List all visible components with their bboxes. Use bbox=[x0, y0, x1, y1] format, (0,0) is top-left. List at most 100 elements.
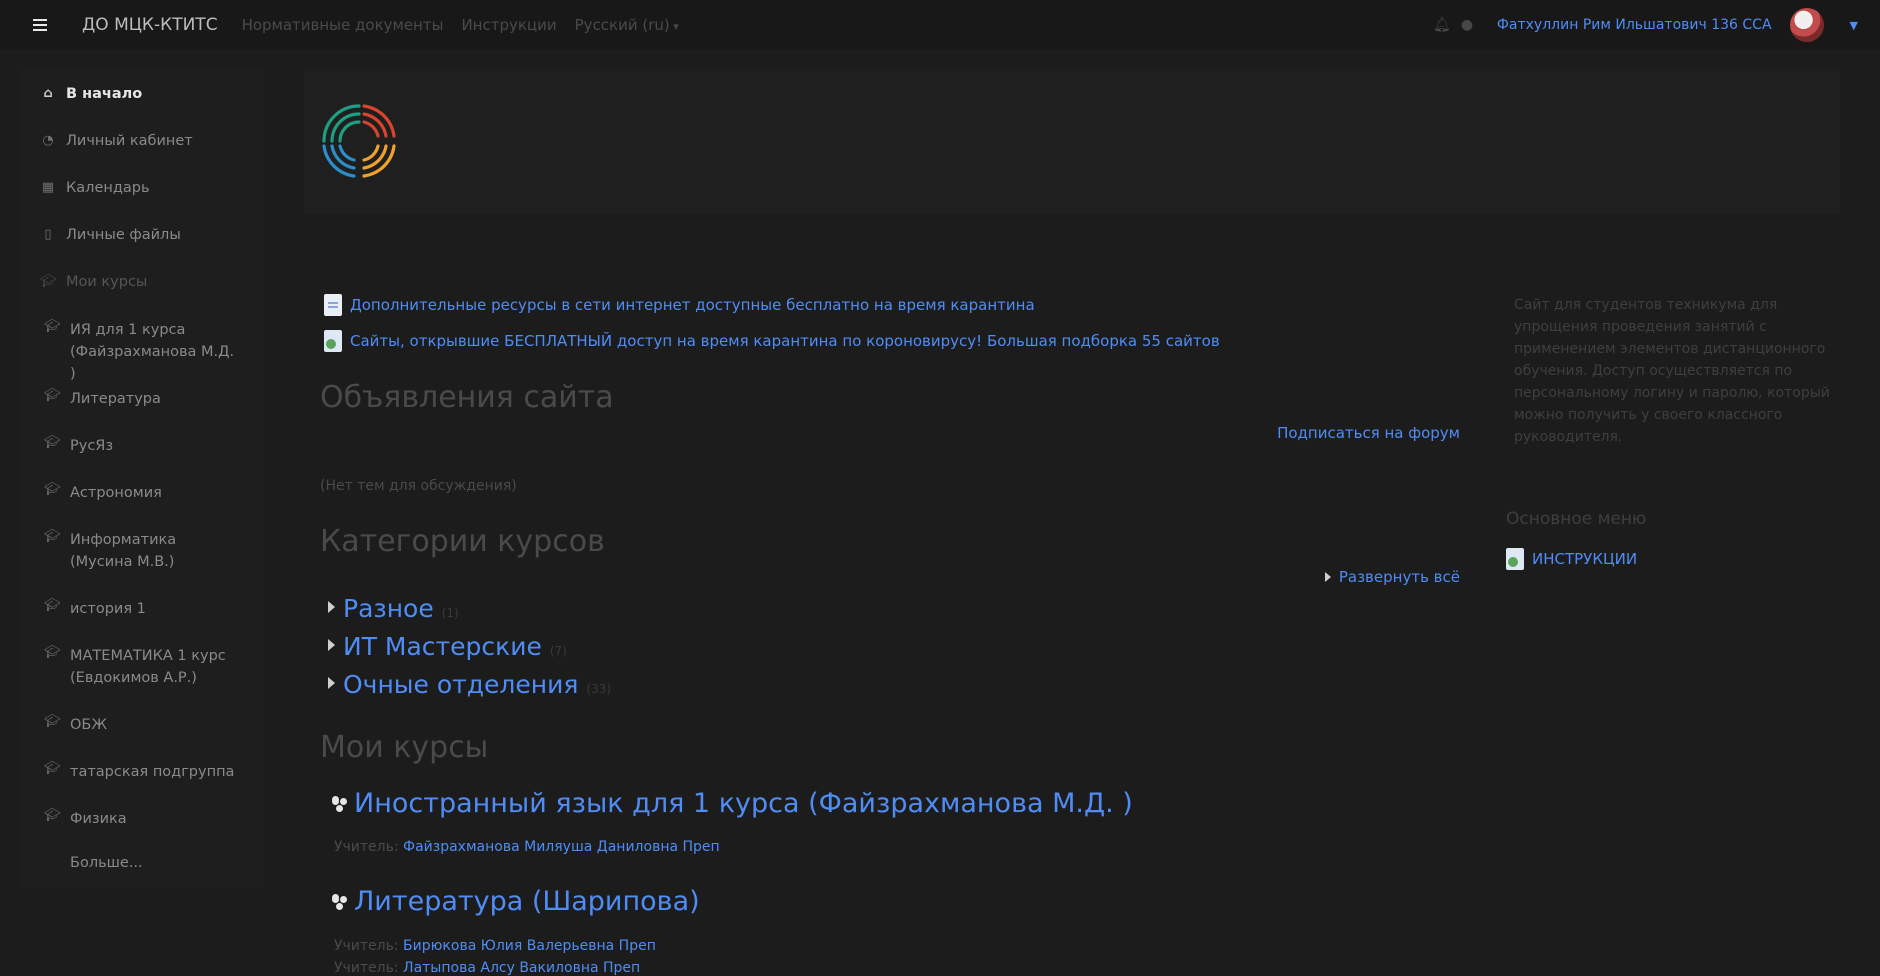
sidebar-item-calendar[interactable]: ▦ Календарь bbox=[40, 180, 150, 196]
hamburger-icon bbox=[33, 19, 47, 31]
sidebar-course-item[interactable]: 🎓︎ история 1 bbox=[44, 598, 240, 620]
category-count: (7) bbox=[549, 644, 567, 658]
sidebar-item-my-courses[interactable]: 🎓︎ Мои курсы bbox=[40, 274, 147, 290]
sidebar-item-label: В начало bbox=[66, 86, 143, 102]
graduation-cap-icon: 🎓︎ bbox=[44, 319, 61, 334]
category-name[interactable]: Разное bbox=[343, 594, 434, 623]
category-item[interactable]: Разное (1) bbox=[328, 594, 459, 623]
sidebar-item-home[interactable]: ⌂ В начало bbox=[40, 86, 142, 102]
avatar[interactable] bbox=[1789, 8, 1824, 42]
graduation-cap-icon: 🎓︎ bbox=[44, 388, 61, 403]
category-count: (33) bbox=[586, 682, 612, 696]
expand-triangle-icon[interactable] bbox=[328, 639, 335, 651]
sidebar-course-label: Информатика (Мусина М.В.) bbox=[70, 532, 177, 570]
sidebar-course-item[interactable]: 🎓︎ Литература bbox=[44, 388, 240, 410]
resource-link[interactable]: Дополнительные ресурсы в сети интернет д… bbox=[324, 294, 1035, 316]
subscribe-forum-link[interactable]: Подписаться на форум bbox=[1277, 424, 1460, 442]
course-teacher: Учитель: Бирюкова Юлия Валерьевна Преп bbox=[334, 938, 656, 954]
sidebar-course-item[interactable]: 🎓︎ Астрономия bbox=[44, 482, 240, 504]
course-icon bbox=[332, 893, 348, 910]
url-icon bbox=[1506, 548, 1524, 570]
course-teacher: Учитель: Латыпова Алсу Вакиловна Преп bbox=[334, 960, 640, 976]
sidebar-course-item[interactable]: 🎓︎ ОБЖ bbox=[44, 714, 240, 736]
left-sidebar: ⌂ В начало ◔ Личный кабинет ▦ Календарь … bbox=[20, 70, 264, 888]
sidebar-course-label: татарская подгруппа bbox=[70, 764, 235, 780]
course-title-link[interactable]: Иностранный язык для 1 курса (Файзрахман… bbox=[354, 788, 1133, 819]
sidebar-course-label: Литература bbox=[70, 391, 161, 407]
sidebar-course-label: ИЯ для 1 курса (Файзрахманова М.Д. ) bbox=[70, 322, 235, 382]
category-name[interactable]: ИТ Мастерские bbox=[343, 632, 542, 661]
user-name[interactable]: Фатхуллин Рим Ильшатович 136 ССА bbox=[1497, 17, 1772, 33]
nav-link-normative-docs[interactable]: Нормативные документы bbox=[242, 16, 444, 34]
document-icon bbox=[324, 294, 342, 316]
sidebar-item-label: Мои курсы bbox=[66, 274, 148, 290]
graduation-cap-icon: 🎓︎ bbox=[44, 645, 61, 660]
expand-all-label: Развернуть всё bbox=[1338, 568, 1460, 586]
teacher-link[interactable]: Бирюкова Юлия Валерьевна Преп bbox=[403, 938, 656, 954]
site-description: Сайт для студентов техникума для упрощен… bbox=[1514, 297, 1830, 445]
user-area: 🔔︎ ● Фатхуллин Рим Ильшатович 136 ССА ▼ bbox=[1433, 0, 1858, 50]
category-count: (1) bbox=[441, 606, 459, 620]
expand-triangle-icon[interactable] bbox=[328, 601, 335, 613]
sidebar-item-label: Личные файлы bbox=[66, 227, 181, 243]
menu-toggle-button[interactable] bbox=[20, 0, 60, 50]
chevron-down-icon[interactable]: ▼ bbox=[1850, 19, 1858, 32]
sidebar-course-item[interactable]: 🎓︎ МАТЕМАТИКА 1 курс (Евдокимов А.Р.) bbox=[44, 645, 240, 689]
category-item[interactable]: ИТ Мастерские (7) bbox=[328, 632, 567, 661]
sidebar-item-label: Календарь bbox=[66, 180, 150, 196]
site-brand[interactable]: ДО МЦК-КТИТС bbox=[82, 15, 218, 35]
course-title[interactable]: Литература (Шарипова) bbox=[332, 886, 700, 917]
sidebar-item-label: Личный кабинет bbox=[66, 133, 193, 149]
course-teacher: Учитель: Файзрахманова Миляуша Даниловна… bbox=[334, 839, 720, 855]
graduation-cap-icon: 🎓︎ bbox=[44, 529, 61, 544]
my-courses-heading: Мои курсы bbox=[320, 730, 489, 765]
sidebar-more-label: Больше... bbox=[70, 855, 143, 871]
sidebar-course-item[interactable]: 🎓︎ РусЯз bbox=[44, 435, 240, 457]
dashboard-icon: ◔ bbox=[42, 133, 54, 148]
teacher-link[interactable]: Латыпова Алсу Вакиловна Преп bbox=[403, 960, 640, 976]
category-item[interactable]: Очные отделения (33) bbox=[328, 670, 611, 699]
sidebar-more-link[interactable]: Больше... bbox=[70, 855, 143, 871]
expand-triangle-icon[interactable] bbox=[328, 677, 335, 689]
bell-icon[interactable]: 🔔︎ bbox=[1433, 18, 1451, 32]
sidebar-course-label: РусЯз bbox=[70, 438, 114, 454]
sidebar-course-item[interactable]: 🎓︎ татарская подгруппа bbox=[44, 761, 240, 783]
sidebar-course-item[interactable]: 🎓︎ ИЯ для 1 курса (Файзрахманова М.Д. ) bbox=[44, 319, 240, 385]
main-menu-link[interactable]: ИНСТРУКЦИИ bbox=[1506, 548, 1637, 570]
sidebar-course-label: ОБЖ bbox=[70, 717, 107, 733]
sidebar-item-private-files[interactable]: ▯ Личные файлы bbox=[40, 227, 181, 243]
category-name[interactable]: Очные отделения bbox=[343, 670, 578, 699]
course-title[interactable]: Иностранный язык для 1 курса (Файзрахман… bbox=[332, 788, 1133, 819]
announcements-heading: Объявления сайта bbox=[320, 380, 614, 415]
sidebar-item-dashboard[interactable]: ◔ Личный кабинет bbox=[40, 133, 193, 149]
graduation-cap-icon: 🎓︎ bbox=[44, 482, 61, 497]
teacher-label: Учитель: bbox=[334, 938, 399, 954]
sidebar-course-item[interactable]: 🎓︎ Физика bbox=[44, 808, 240, 830]
sidebar-course-label: история 1 bbox=[70, 601, 146, 617]
page-header bbox=[304, 68, 1840, 214]
graduation-cap-icon: 🎓︎ bbox=[44, 598, 61, 613]
language-menu[interactable]: Русский (ru) bbox=[575, 16, 679, 34]
chat-icon[interactable]: ● bbox=[1461, 18, 1475, 32]
right-sidebar: Сайт для студентов техникума для упрощен… bbox=[1506, 294, 1844, 570]
teacher-label: Учитель: bbox=[334, 839, 399, 855]
navbar-links: Нормативные документы Инструкции Русский… bbox=[242, 16, 679, 34]
url-icon bbox=[324, 330, 342, 352]
home-icon: ⌂ bbox=[43, 86, 53, 101]
graduation-cap-icon: 🎓︎ bbox=[44, 714, 61, 729]
resource-link[interactable]: Сайты, открывшие БЕСПЛАТНЫЙ доступ на вр… bbox=[324, 330, 1220, 352]
site-logo bbox=[322, 104, 396, 178]
resource-link-label: Сайты, открывшие БЕСПЛАТНЫЙ доступ на вр… bbox=[350, 332, 1220, 350]
calendar-icon: ▦ bbox=[41, 180, 55, 195]
teacher-link[interactable]: Файзрахманова Миляуша Даниловна Преп bbox=[403, 839, 720, 855]
file-icon: ▯ bbox=[44, 227, 52, 242]
expand-triangle-icon bbox=[1324, 572, 1331, 582]
course-categories-heading: Категории курсов bbox=[320, 524, 605, 559]
resource-link-label: Дополнительные ресурсы в сети интернет д… bbox=[350, 296, 1035, 314]
expand-all-link[interactable]: Развернуть всё bbox=[1324, 568, 1460, 586]
nav-link-instructions[interactable]: Инструкции bbox=[461, 16, 556, 34]
top-navbar: ДО МЦК-КТИТС Нормативные документы Инстр… bbox=[0, 0, 1880, 50]
graduation-cap-icon: 🎓︎ bbox=[44, 435, 61, 450]
course-title-link[interactable]: Литература (Шарипова) bbox=[354, 886, 700, 917]
sidebar-course-item[interactable]: 🎓︎ Информатика (Мусина М.В.) bbox=[44, 529, 240, 573]
